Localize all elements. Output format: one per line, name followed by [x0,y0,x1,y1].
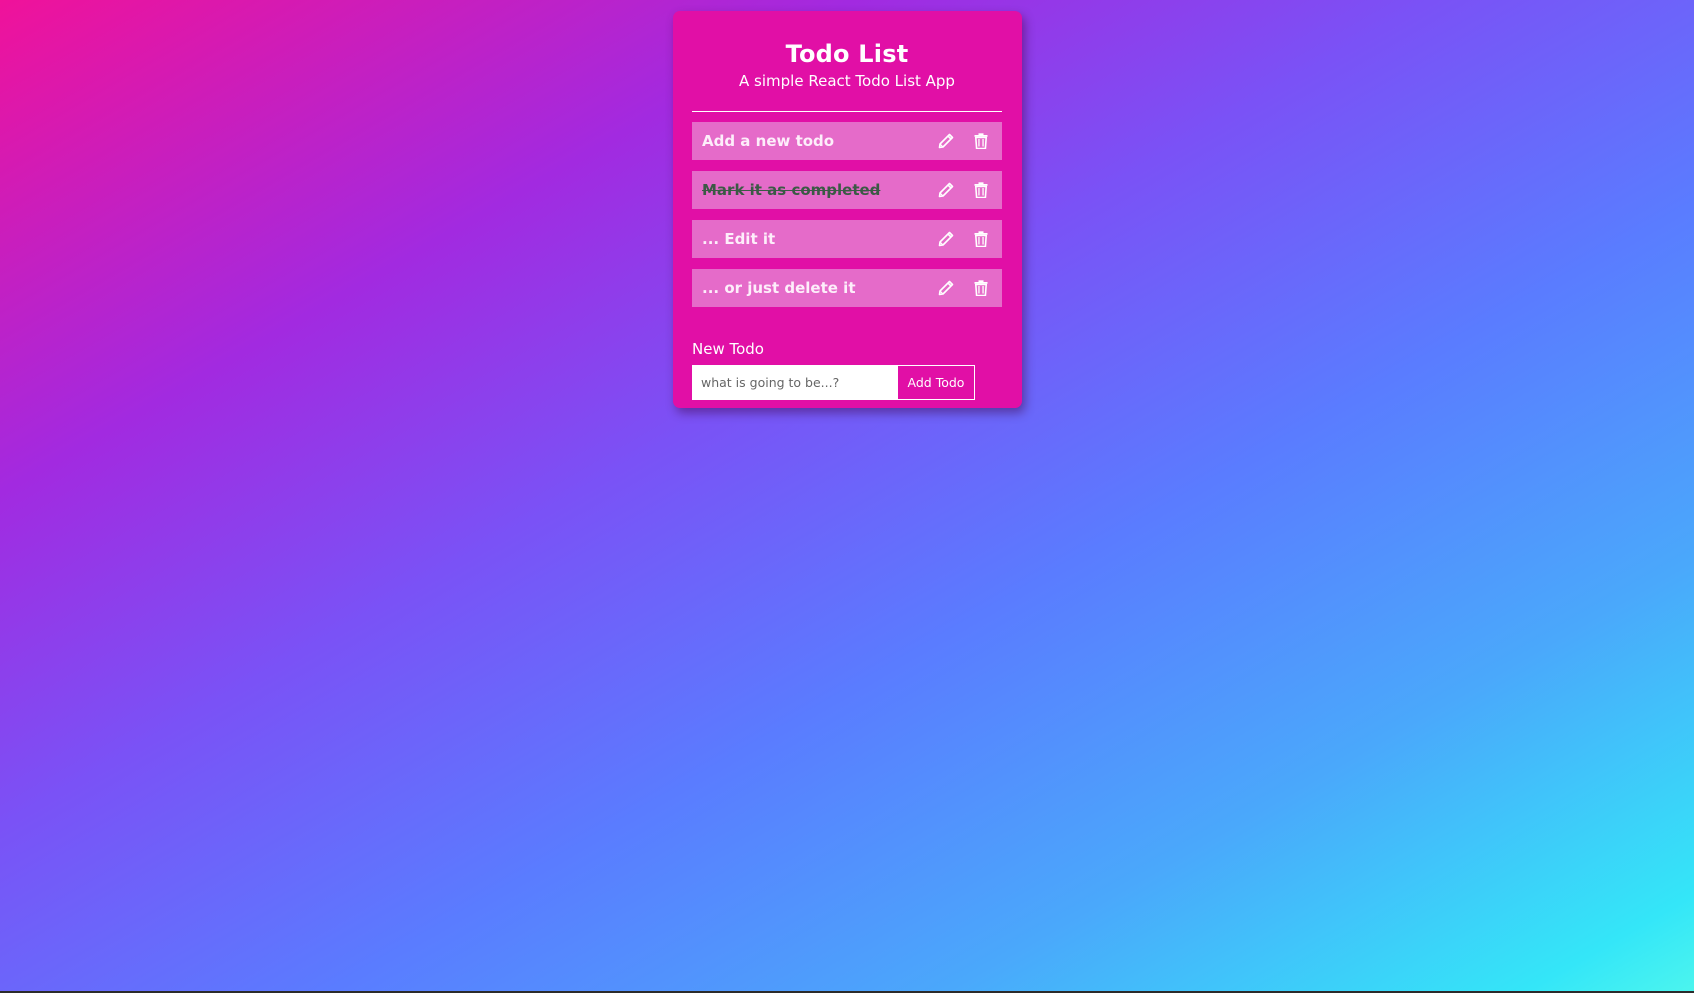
pencil-icon[interactable] [935,179,957,201]
todo-item[interactable]: Mark it as completed [692,171,1002,209]
todo-item[interactable]: Add a new todo [692,122,1002,160]
new-todo-form: Add Todo [692,365,1002,400]
page-subtitle: A simple React Todo List App [739,72,955,90]
pencil-icon[interactable] [935,130,957,152]
trash-icon[interactable] [970,277,992,299]
trash-icon[interactable] [970,130,992,152]
pencil-icon[interactable] [935,228,957,250]
todo-list: Add a new todo Mark it as completed ... … [692,122,1002,307]
page-title: Todo List [785,40,909,68]
trash-icon[interactable] [970,228,992,250]
new-todo-input[interactable] [692,365,897,400]
pencil-icon[interactable] [935,277,957,299]
todo-item[interactable]: ... Edit it [692,220,1002,258]
new-todo-label: New Todo [692,340,764,358]
divider [692,111,1002,112]
todo-text[interactable]: Add a new todo [702,132,922,150]
todo-text-completed[interactable]: Mark it as completed [702,181,922,199]
todo-text[interactable]: ... or just delete it [702,279,922,297]
add-todo-button[interactable]: Add Todo [897,365,975,400]
todo-item[interactable]: ... or just delete it [692,269,1002,307]
todo-text[interactable]: ... Edit it [702,230,922,248]
trash-icon[interactable] [970,179,992,201]
todo-card: Todo List A simple React Todo List App A… [673,11,1022,408]
